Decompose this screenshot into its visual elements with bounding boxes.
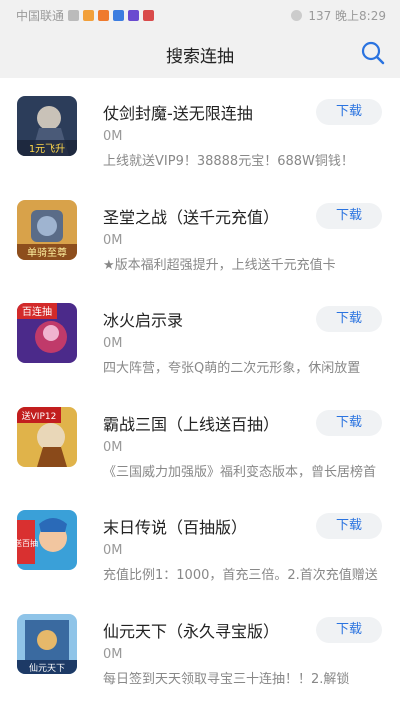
app-name: 末日传说（百抽版）	[103, 518, 248, 537]
app-description: ★版本福利超强提升，上线送千元充值卡	[103, 257, 336, 273]
app-icon: 1元飞升	[17, 96, 77, 156]
download-button[interactable]: 下载	[316, 409, 382, 436]
carrier-text: 中国联通	[16, 8, 65, 23]
app-size: 0M	[103, 439, 123, 455]
notification-icon	[143, 9, 155, 21]
notification-icon	[128, 9, 140, 21]
page-title: 搜索连抽	[166, 46, 234, 67]
app-icon: 单骑至尊	[17, 199, 77, 260]
app-icon: 百连抽	[17, 303, 77, 363]
app-list: 1元飞升 仗剑封魔-送无限连抽 0M 上线就送VIP9！38888元宝！688W…	[0, 78, 400, 699]
app-name: 仙元天下（永久寻宝版）	[103, 621, 280, 641]
app-size: 0M	[103, 543, 123, 558]
app-description: 四大阵营，夸张Q萌的二次元形象，休闲放置	[103, 361, 361, 376]
download-button[interactable]: 下载	[316, 99, 382, 125]
app-size: 0M	[103, 232, 123, 248]
notification-icon	[113, 9, 125, 21]
icon-text: 百连抽	[22, 305, 52, 318]
list-item[interactable]: 百连抽 冰火启示录 0M 四大阵营，夸张Q萌的二次元形象，休闲放置 下载	[0, 285, 400, 389]
list-item[interactable]: 仙元天下 仙元天下（永久寻宝版） 0M 每日签到天天领取寻宝三十连抽！！2.解锁…	[0, 596, 400, 700]
icon-text: 仙元天下	[29, 662, 65, 674]
download-button[interactable]: 下载	[316, 306, 382, 332]
status-time: 137 晚上8:29	[308, 8, 386, 23]
list-item[interactable]: 送VIP12 霸战三国（上线送百抽） 0M 《三国威力加强版》福利变态版本，曾长…	[0, 389, 400, 493]
notification-icon	[83, 9, 95, 21]
app-size: 0M	[103, 336, 123, 351]
app-name: 仗剑封魔-送无限连抽	[103, 104, 253, 123]
app-description: 《三国威力加强版》福利变态版本，曾长居榜首	[103, 464, 377, 480]
list-item[interactable]: 送百抽 末日传说（百抽版） 0M 充值比例1：1000，首充三倍。2.首次充值赠…	[0, 492, 400, 596]
download-button[interactable]: 下载	[316, 616, 382, 643]
search-icon[interactable]	[360, 40, 386, 66]
app-size: 0M	[103, 129, 123, 144]
list-item[interactable]: 1元飞升 仗剑封魔-送无限连抽 0M 上线就送VIP9！38888元宝！688W…	[0, 78, 400, 182]
icon-text: 送百抽	[17, 538, 38, 548]
nav-bar: 搜索连抽	[0, 30, 400, 78]
app-name: 冰火启示录	[103, 311, 184, 330]
app-description: 上线就送VIP9！38888元宝！688W铜钱！	[103, 154, 354, 169]
icon-text: 送VIP12	[22, 410, 57, 422]
app-icon: 仙元天下	[17, 613, 77, 674]
app-name: 圣堂之战（送千元充值）	[103, 207, 280, 227]
app-icon: 送百抽	[17, 510, 77, 570]
list-item[interactable]: 单骑至尊 圣堂之战（送千元充值） 0M ★版本福利超强提升，上线送千元充值卡 下…	[0, 182, 400, 286]
icon-text: 1元飞升	[29, 143, 65, 155]
wifi-icon	[291, 9, 303, 21]
icon-text: 单骑至尊	[27, 246, 67, 259]
notification-icon	[98, 9, 110, 21]
status-bar: 中国联通 137 晚上8:29	[0, 0, 400, 30]
app-name: 霸战三国（上线送百抽）	[103, 414, 280, 434]
app-size: 0M	[103, 646, 123, 662]
app-description: 每日签到天天领取寻宝三十连抽！！2.解锁	[103, 671, 350, 687]
signal-icon	[68, 9, 80, 21]
app-icon: 送VIP12	[17, 406, 77, 467]
download-button[interactable]: 下载	[316, 202, 382, 229]
app-description: 充值比例1：1000，首充三倍。2.首次充值赠送	[103, 568, 378, 583]
download-button[interactable]: 下载	[316, 513, 382, 539]
